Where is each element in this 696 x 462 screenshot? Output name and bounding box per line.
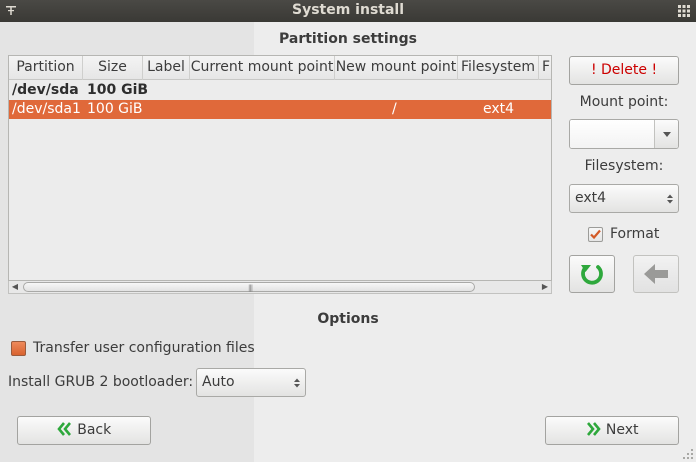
grid-icon[interactable] <box>678 5 690 17</box>
mount-point-label: Mount point: <box>579 94 669 110</box>
cell-size: 100 GiB <box>87 82 149 98</box>
mount-point-dropdown-button[interactable] <box>654 120 678 148</box>
cell-partition: /dev/sda <box>12 82 79 98</box>
cell-filesystem: ext4 <box>483 101 515 117</box>
column-header-size[interactable]: Size <box>83 56 143 80</box>
cell-new-mount-point: / <box>392 101 397 117</box>
scrollbar-thumb[interactable]: ||| <box>23 282 475 292</box>
title-bar: System install <box>0 0 696 22</box>
grub-bootloader-value: Auto <box>202 374 235 390</box>
double-chevron-left-icon <box>57 422 71 436</box>
next-button[interactable]: Next <box>545 416 679 445</box>
mount-point-input[interactable] <box>570 120 654 148</box>
chevron-down-icon <box>663 132 671 137</box>
column-header-partition[interactable]: Partition <box>9 56 83 80</box>
double-chevron-right-icon <box>587 422 602 436</box>
filesystem-select[interactable]: ext4 <box>569 184 679 213</box>
cell-partition: /dev/sda1 <box>12 101 81 117</box>
table-row-sda[interactable]: /dev/sda 100 GiB <box>9 81 551 100</box>
column-header-current-mount-point[interactable]: Current mount point <box>190 56 335 80</box>
table-row-sda1[interactable]: /dev/sda1 100 GiB / ext4 <box>9 100 551 119</box>
filesystem-label: Filesystem: <box>584 158 664 174</box>
mount-point-combo[interactable] <box>569 119 679 149</box>
arrow-left-icon <box>644 264 668 284</box>
updown-icon <box>294 378 300 387</box>
table-header: Partition Size Label Current mount point… <box>9 56 551 80</box>
column-header-label[interactable]: Label <box>143 56 190 80</box>
check-icon <box>590 229 601 240</box>
back-label: Back <box>77 422 112 438</box>
updown-icon <box>667 194 673 203</box>
window-title: System install <box>291 2 405 18</box>
horizontal-scrollbar[interactable]: ◀ ||| ▶ <box>8 281 552 294</box>
partition-table[interactable]: Partition Size Label Current mount point… <box>8 55 552 281</box>
column-header-format[interactable]: F <box>539 56 551 80</box>
reset-partitions-button[interactable] <box>569 255 615 293</box>
delete-button[interactable]: ! Delete ! <box>569 56 679 85</box>
cell-size: 100 GiB <box>87 101 143 117</box>
partition-settings-heading: Partition settings <box>278 31 417 47</box>
grip-icon: ||| <box>248 284 253 292</box>
transfer-user-config-label: Transfer user configuration files <box>33 340 255 356</box>
resize-grip-icon[interactable] <box>682 448 694 460</box>
column-header-filesystem[interactable]: Filesystem <box>458 56 539 80</box>
back-button[interactable]: Back <box>17 416 151 445</box>
undo-button[interactable] <box>633 255 679 293</box>
transfer-user-config-checkbox[interactable] <box>11 341 26 356</box>
options-heading: Options <box>317 311 379 327</box>
scroll-right-icon[interactable]: ▶ <box>539 281 551 293</box>
column-header-new-mount-point[interactable]: New mount point <box>335 56 458 80</box>
refresh-icon <box>581 265 603 285</box>
format-label: Format <box>610 226 660 242</box>
grub-bootloader-label: Install GRUB 2 bootloader: <box>8 374 194 390</box>
next-label: Next <box>605 422 639 438</box>
format-checkbox[interactable] <box>588 227 603 242</box>
scroll-left-icon[interactable]: ◀ <box>9 281 21 293</box>
grub-bootloader-select[interactable]: Auto <box>196 368 306 397</box>
filesystem-value: ext4 <box>575 190 607 206</box>
